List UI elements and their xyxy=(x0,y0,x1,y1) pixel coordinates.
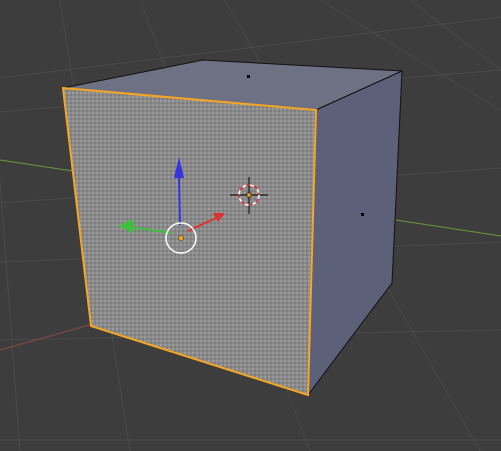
object-origin-dot xyxy=(178,235,184,241)
side-face-center-dot xyxy=(361,213,364,216)
top-face-center-dot xyxy=(247,75,250,78)
3d-viewport[interactable] xyxy=(0,0,501,451)
3d-cursor-center xyxy=(246,192,252,198)
manipulator-z-axis[interactable] xyxy=(178,174,181,226)
viewport-canvas[interactable] xyxy=(0,0,501,451)
